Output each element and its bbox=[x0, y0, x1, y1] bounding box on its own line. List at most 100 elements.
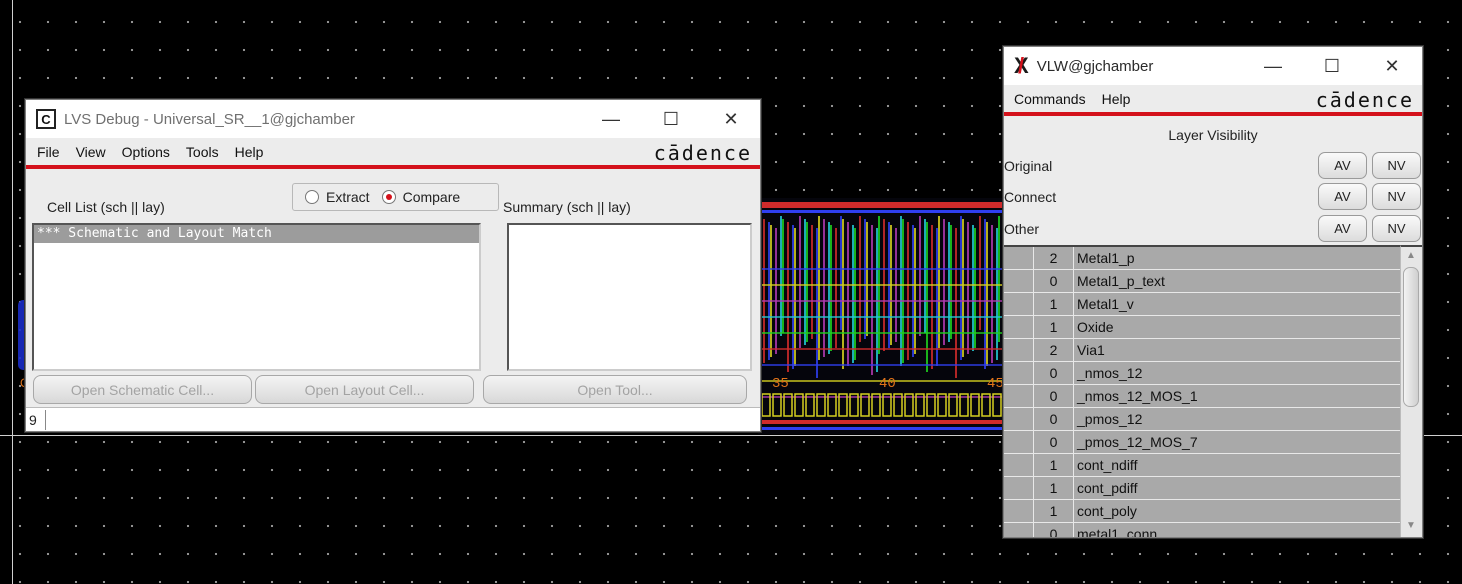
visibility-row-other: Other AV NV bbox=[1004, 213, 1422, 243]
layout-strip-line bbox=[902, 219, 904, 363]
layout-strip-line bbox=[823, 219, 825, 357]
layout-strip-line bbox=[840, 216, 842, 330]
layer-color-swatch[interactable] bbox=[1004, 408, 1034, 430]
layer-color-swatch[interactable] bbox=[1004, 454, 1034, 476]
layout-strip-line bbox=[912, 225, 914, 357]
layout-strip-line bbox=[866, 222, 868, 336]
layout-strip-line bbox=[991, 225, 993, 363]
layer-color-swatch[interactable] bbox=[1004, 293, 1034, 315]
layer-row[interactable]: 1 cont_poly bbox=[1004, 500, 1400, 523]
open-schematic-cell-button[interactable]: Open Schematic Cell... bbox=[33, 375, 252, 404]
other-av-button[interactable]: AV bbox=[1318, 215, 1367, 242]
menu-help[interactable]: Help bbox=[227, 144, 272, 160]
layer-row[interactable]: 1 cont_ndiff bbox=[1004, 454, 1400, 477]
open-layout-cell-button[interactable]: Open Layout Cell... bbox=[255, 375, 474, 404]
layout-horizontal-wire bbox=[758, 284, 1004, 286]
close-button[interactable]: ✕ bbox=[1363, 47, 1421, 85]
layout-strip-line bbox=[914, 228, 916, 354]
compare-radio-label[interactable]: Compare bbox=[403, 189, 461, 205]
menu-options[interactable]: Options bbox=[114, 144, 178, 160]
layout-strip-line bbox=[996, 228, 998, 360]
lvs-titlebar[interactable]: C LVS Debug - Universal_SR__1@gjchamber … bbox=[26, 100, 760, 138]
layout-strip-line bbox=[842, 219, 844, 369]
canvas-y-axis bbox=[12, 0, 13, 584]
ruler-label-40: 40 bbox=[879, 376, 896, 392]
layout-strip-line bbox=[847, 222, 849, 366]
layer-row[interactable]: 1 Oxide bbox=[1004, 316, 1400, 339]
connect-nv-button[interactable]: NV bbox=[1372, 183, 1421, 210]
layout-strip-line bbox=[768, 222, 770, 360]
original-nv-button[interactable]: NV bbox=[1372, 152, 1421, 179]
layer-color-swatch[interactable] bbox=[1004, 247, 1034, 269]
menu-help[interactable]: Help bbox=[1094, 91, 1139, 107]
cadence-logo: cādence bbox=[1315, 88, 1414, 112]
layer-color-swatch[interactable] bbox=[1004, 385, 1034, 407]
layer-count: 1 bbox=[1034, 293, 1074, 315]
cell-list-box[interactable]: *** Schematic and Layout Match bbox=[32, 223, 481, 371]
layer-table[interactable]: 2 Metal1_p 0 Metal1_p_text 1 Metal1_v 1 Oxide 2 V… bbox=[1004, 245, 1400, 537]
layout-horizontal-wire bbox=[758, 316, 1004, 318]
status-field[interactable]: 9 bbox=[26, 407, 760, 431]
original-av-button[interactable]: AV bbox=[1318, 152, 1367, 179]
layout-strip-line bbox=[782, 219, 784, 333]
layout-strip-line bbox=[835, 228, 837, 348]
other-nv-button[interactable]: NV bbox=[1372, 215, 1421, 242]
layer-row[interactable]: 0 _pmos_12 bbox=[1004, 408, 1400, 431]
compare-radio[interactable] bbox=[381, 190, 396, 204]
layer-color-swatch[interactable] bbox=[1004, 270, 1034, 292]
layer-row[interactable]: 0 Metal1_p_text bbox=[1004, 270, 1400, 293]
menu-file[interactable]: File bbox=[26, 144, 68, 160]
layer-color-swatch[interactable] bbox=[1004, 316, 1034, 338]
maximize-button[interactable]: ☐ bbox=[1303, 47, 1361, 85]
connect-av-button[interactable]: AV bbox=[1318, 183, 1367, 210]
close-button[interactable]: ✕ bbox=[702, 100, 760, 138]
layer-row[interactable]: 0 metal1_conn bbox=[1004, 523, 1400, 537]
layer-name: _pmos_12 bbox=[1077, 411, 1143, 427]
layer-count: 0 bbox=[1034, 385, 1074, 407]
layer-table-scrollbar[interactable]: ▲ ▼ bbox=[1400, 245, 1422, 537]
vlw-titlebar[interactable]: X / VLW@gjchamber — ☐ ✕ bbox=[1004, 47, 1422, 85]
layer-row[interactable]: 1 cont_pdiff bbox=[1004, 477, 1400, 500]
layout-strip-line bbox=[907, 222, 909, 360]
layer-color-swatch[interactable] bbox=[1004, 339, 1034, 361]
extract-radio[interactable] bbox=[305, 190, 319, 204]
layout-rail-top-2 bbox=[758, 210, 1004, 213]
lvs-window-title: LVS Debug - Universal_SR__1@gjchamber bbox=[64, 110, 355, 128]
layer-name: _nmos_12 bbox=[1077, 365, 1143, 381]
layout-strip-line bbox=[806, 222, 808, 342]
menu-tools[interactable]: Tools bbox=[178, 144, 227, 160]
layer-color-swatch[interactable] bbox=[1004, 431, 1034, 453]
layer-count: 0 bbox=[1034, 431, 1074, 453]
layout-horizontal-wire bbox=[758, 300, 1004, 302]
scroll-up-arrow[interactable]: ▲ bbox=[1403, 249, 1419, 263]
extract-radio-label[interactable]: Extract bbox=[326, 189, 370, 205]
layer-row[interactable]: 1 Metal1_v bbox=[1004, 293, 1400, 316]
summary-box[interactable] bbox=[507, 223, 752, 371]
open-tool-button[interactable]: Open Tool... bbox=[483, 375, 747, 404]
layer-row[interactable]: 0 _nmos_12_MOS_1 bbox=[1004, 385, 1400, 408]
layer-row[interactable]: 0 _nmos_12 bbox=[1004, 362, 1400, 385]
maximize-button[interactable]: ☐ bbox=[642, 100, 700, 138]
layer-color-swatch[interactable] bbox=[1004, 477, 1034, 499]
minimize-button[interactable]: — bbox=[582, 100, 640, 138]
layer-color-swatch[interactable] bbox=[1004, 362, 1034, 384]
layer-count: 0 bbox=[1034, 270, 1074, 292]
cadence-c-icon: C bbox=[36, 109, 56, 129]
layout-strip-line bbox=[998, 216, 1000, 342]
layout-strip-line bbox=[950, 225, 952, 339]
layer-visibility-title: Layer Visibility bbox=[1168, 127, 1258, 143]
layer-row[interactable]: 2 Metal1_p bbox=[1004, 247, 1400, 270]
layer-color-swatch[interactable] bbox=[1004, 500, 1034, 522]
layout-strip-line bbox=[799, 216, 801, 348]
scrollbar-thumb[interactable] bbox=[1403, 267, 1419, 407]
menu-commands[interactable]: Commands bbox=[1004, 91, 1094, 107]
minimize-button[interactable]: — bbox=[1244, 47, 1302, 85]
scroll-down-arrow[interactable]: ▼ bbox=[1403, 519, 1419, 533]
layer-color-swatch[interactable] bbox=[1004, 523, 1034, 537]
cell-list-item-match[interactable]: *** Schematic and Layout Match bbox=[34, 225, 479, 243]
layout-canvas[interactable]: 35 40 45 bbox=[758, 198, 1004, 434]
menu-view[interactable]: View bbox=[68, 144, 114, 160]
layer-row[interactable]: 2 Via1 bbox=[1004, 339, 1400, 362]
layout-strip-line bbox=[770, 225, 772, 357]
layer-row[interactable]: 0 _pmos_12_MOS_7 bbox=[1004, 431, 1400, 454]
